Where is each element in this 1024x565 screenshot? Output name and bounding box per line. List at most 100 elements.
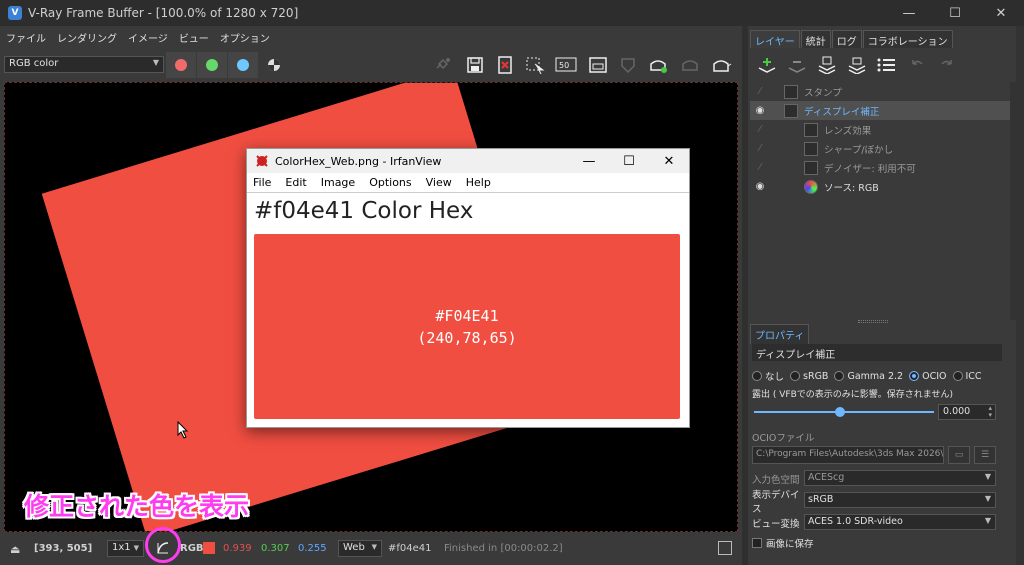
eye-off-icon[interactable]: ⁄ — [750, 143, 770, 154]
radio-label: なし — [765, 372, 785, 383]
color-space-value: Web — [343, 542, 365, 553]
radio-none[interactable]: なし — [752, 369, 784, 383]
green-channel-button[interactable] — [197, 52, 227, 78]
load-layers-icon[interactable] — [842, 52, 872, 78]
radio-ocio[interactable]: OCIO — [909, 371, 947, 382]
spinner-icon[interactable]: ▴ ▾ — [988, 405, 992, 419]
irfan-menu-edit[interactable]: Edit — [285, 176, 306, 189]
layer-sharpen-blur[interactable]: ⁄ シャープ/ぼかし — [750, 139, 1012, 158]
layer-label: ディスプレイ補正 — [804, 106, 880, 118]
ocio-path-input[interactable]: C:\Program Files\Autodesk\3ds Max 2026\C… — [752, 446, 944, 464]
layer-stamp[interactable]: ⁄ スタンプ — [750, 82, 1012, 101]
irfanview-close-button[interactable]: ✕ — [649, 149, 689, 173]
blue-channel-button[interactable] — [228, 52, 258, 78]
sharpen-icon — [804, 141, 818, 156]
region-select-icon[interactable] — [522, 54, 548, 76]
checkbox-icon[interactable] — [752, 538, 762, 548]
tab-stats[interactable]: 統計 — [800, 30, 831, 48]
layer-display-correction[interactable]: ◉ ディスプレイ補正 — [750, 101, 1012, 120]
sparkle-icon[interactable] — [430, 54, 456, 76]
panel-divider-grip[interactable] — [858, 320, 888, 323]
save-icon[interactable] — [462, 54, 488, 76]
irfanview-minimize-button[interactable]: — — [569, 149, 609, 173]
view-transform-label: ビュー変換 — [752, 518, 800, 530]
red-value: 0.939 — [223, 543, 252, 554]
layer-source-rgb[interactable]: ◉ ソース: RGB — [750, 177, 1012, 196]
clear-image-icon[interactable] — [492, 54, 518, 76]
zoom-50-icon[interactable]: 50 — [553, 54, 579, 76]
minimize-button[interactable]: — — [886, 0, 932, 26]
irfanview-window[interactable]: ColorHex_Web.png - IrfanView — ☐ ✕ File … — [246, 148, 690, 428]
irfan-menu-help[interactable]: Help — [466, 176, 491, 189]
hex-value: #f04e41 — [388, 543, 432, 554]
layer-lens-effects[interactable]: ⁄ レンズ効果 — [750, 120, 1012, 139]
tab-log[interactable]: ログ — [831, 30, 862, 48]
shield-icon[interactable] — [615, 54, 641, 76]
red-channel-button[interactable] — [166, 52, 196, 78]
zoom-select[interactable]: 1x1 ▼ — [107, 540, 145, 557]
channel-select[interactable]: RGB color ▼ — [4, 56, 164, 73]
display-device-select[interactable]: sRGB ▼ — [804, 492, 996, 508]
radio-icc[interactable]: ICC — [952, 371, 982, 382]
redo-icon[interactable] — [932, 52, 962, 78]
tab-collaboration[interactable]: コラボレーション — [862, 30, 953, 48]
finished-status: Finished in [00:00:02.2] — [444, 543, 563, 554]
blue-value: 0.255 — [298, 543, 327, 554]
undo-icon[interactable] — [902, 52, 932, 78]
ocio-row: C:\Program Files\Autodesk\3ds Max 2026\C… — [752, 446, 1002, 466]
close-button[interactable]: ✕ — [978, 0, 1024, 26]
annotation-circle — [145, 527, 181, 563]
radio-gamma[interactable]: Gamma 2.2 — [834, 371, 903, 382]
teapot-icon[interactable] — [708, 54, 734, 76]
maximize-button[interactable]: ☐ — [932, 0, 978, 26]
input-space-value: ACEScg — [808, 472, 845, 483]
color-space-select[interactable]: Web ▼ — [338, 540, 382, 557]
view-transform-row: ビュー変換 ACES 1.0 SDR-video ▼ — [752, 513, 1002, 532]
irfan-menu-options[interactable]: Options — [369, 176, 411, 189]
eye-off-icon[interactable]: ⁄ — [750, 124, 770, 135]
menu-bar: ファイル レンダリング イメージ ビュー オプション — [0, 26, 742, 48]
save-layers-icon[interactable] — [812, 52, 842, 78]
layer-label: デノイザー: 利用不可 — [824, 163, 916, 175]
irfan-menu-image[interactable]: Image — [321, 176, 355, 189]
irfanview-maximize-button[interactable]: ☐ — [609, 149, 649, 173]
eye-icon[interactable]: ◉ — [750, 181, 770, 192]
frame-icon[interactable] — [585, 54, 611, 76]
remove-layer-icon[interactable] — [782, 52, 812, 78]
eye-off-icon[interactable]: ⁄ — [750, 86, 770, 97]
exposure-slider-knob[interactable] — [835, 407, 846, 417]
input-space-select[interactable]: ACEScg ▼ — [804, 470, 996, 486]
alpha-channel-button[interactable] — [259, 52, 289, 78]
add-layer-icon[interactable] — [752, 52, 782, 78]
menu-render[interactable]: レンダリング — [57, 30, 117, 45]
eye-off-icon[interactable]: ⁄ — [750, 162, 770, 173]
input-space-row: 入力色空間 ACEScg ▼ — [752, 469, 1002, 488]
color-hex-heading: #f04e41 Color Hex — [254, 198, 474, 224]
red-dot-icon — [175, 59, 187, 71]
layer-denoiser[interactable]: ⁄ デノイザー: 利用不可 — [750, 158, 1012, 177]
exposure-input[interactable]: 0.000 ▴ ▾ — [938, 404, 996, 420]
tab-layers[interactable]: レイヤー — [750, 30, 800, 48]
list-icon[interactable]: ☰ — [974, 446, 996, 464]
menu-file[interactable]: ファイル — [6, 30, 46, 45]
save-to-image-label: 画像に保存 — [766, 539, 814, 550]
irfan-menu-file[interactable]: File — [253, 176, 271, 189]
ocio-label: OCIOファイル — [752, 433, 815, 444]
menu-view[interactable]: ビュー — [179, 30, 209, 45]
view-transform-value: ACES 1.0 SDR-video — [808, 516, 903, 527]
tab-properties[interactable]: プロパティ — [750, 324, 810, 344]
save-to-image-row[interactable]: 画像に保存 — [752, 536, 1002, 550]
radio-srgb[interactable]: sRGB — [790, 371, 828, 382]
render-teapot-icon[interactable] — [645, 54, 671, 76]
render-region-teapot-icon[interactable] — [677, 54, 703, 76]
log-panel-icon[interactable] — [718, 541, 732, 555]
list-icon[interactable] — [872, 52, 902, 78]
irfan-menu-view[interactable]: View — [426, 176, 452, 189]
alpha-icon — [268, 59, 280, 71]
eye-icon[interactable]: ◉ — [750, 105, 770, 116]
folder-icon[interactable]: ▭ — [948, 446, 970, 464]
menu-options[interactable]: オプション — [220, 30, 270, 45]
menu-image[interactable]: イメージ — [128, 30, 168, 45]
pin-icon[interactable]: ⏏ — [10, 543, 20, 556]
view-transform-select[interactable]: ACES 1.0 SDR-video ▼ — [804, 514, 996, 530]
